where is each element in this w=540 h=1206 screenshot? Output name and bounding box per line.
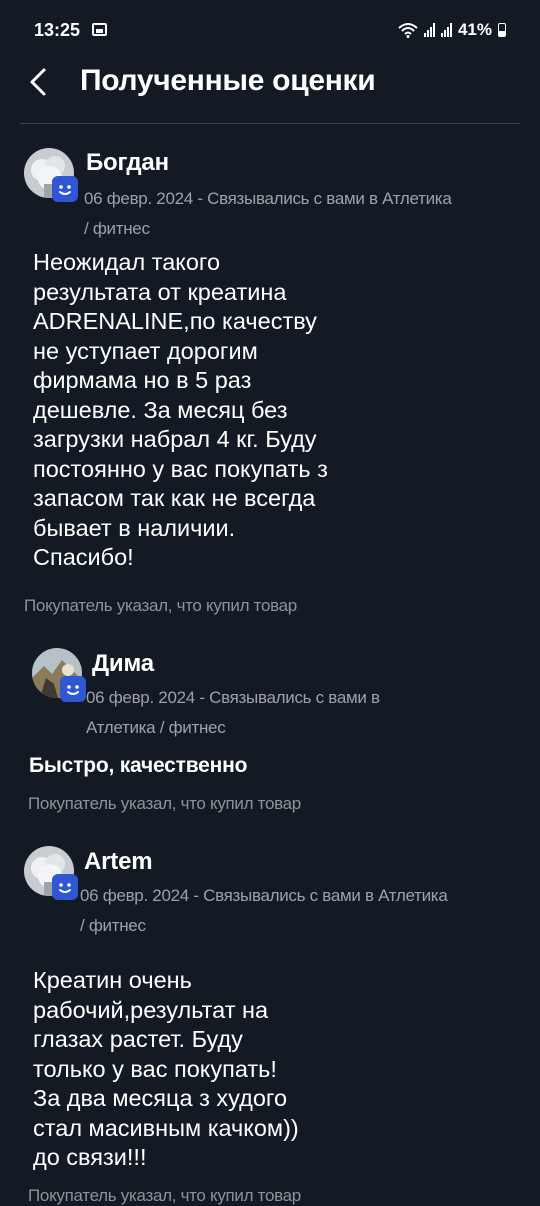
review-meta: 06 февр. 2024 - Связывались с вами в Атл… <box>84 189 452 238</box>
back-button[interactable] <box>22 62 58 102</box>
header-divider <box>20 123 520 124</box>
signal-icon-1 <box>423 23 435 37</box>
smiley-badge-icon <box>52 176 78 202</box>
review-text: Неожидал такого результата от креатина A… <box>33 249 328 570</box>
status-time: 13:25 <box>34 20 81 40</box>
battery-percent: 41% <box>457 20 492 39</box>
verified-purchase-note: Покупатель указал, что купил товар <box>28 794 301 813</box>
app-header: Полученные оценки <box>0 60 540 124</box>
reviewer-name[interactable]: Artem <box>84 848 153 876</box>
smiley-badge-icon <box>60 676 86 702</box>
battery-icon <box>498 23 506 37</box>
status-indicators: 41% <box>398 20 506 40</box>
page-title: Полученные оценки <box>80 64 376 97</box>
gallery-notification-icon <box>92 23 107 36</box>
status-bar: 13:25 41% <box>0 0 540 60</box>
reviewer-name[interactable]: Богдан <box>86 149 169 177</box>
review-meta: 06 февр. 2024 - Связывались с вами в Атл… <box>86 688 380 737</box>
reviewer-name[interactable]: Дима <box>92 650 154 678</box>
review-text: Быстро, качественно <box>29 754 248 777</box>
avatar[interactable] <box>24 846 78 900</box>
avatar[interactable] <box>24 148 78 202</box>
chevron-left-icon <box>30 68 46 96</box>
wifi-icon <box>398 23 418 38</box>
review-meta: 06 февр. 2024 - Связывались с вами в Атл… <box>80 886 448 935</box>
verified-purchase-note: Покупатель указал, что купил товар <box>24 596 297 615</box>
verified-purchase-note: Покупатель указал, что купил товар <box>28 1186 301 1205</box>
review-text: Креатин очень рабочий,результат на глаза… <box>33 967 299 1170</box>
avatar[interactable] <box>32 648 86 702</box>
signal-icon-2 <box>440 23 452 37</box>
smiley-badge-icon <box>52 874 78 900</box>
